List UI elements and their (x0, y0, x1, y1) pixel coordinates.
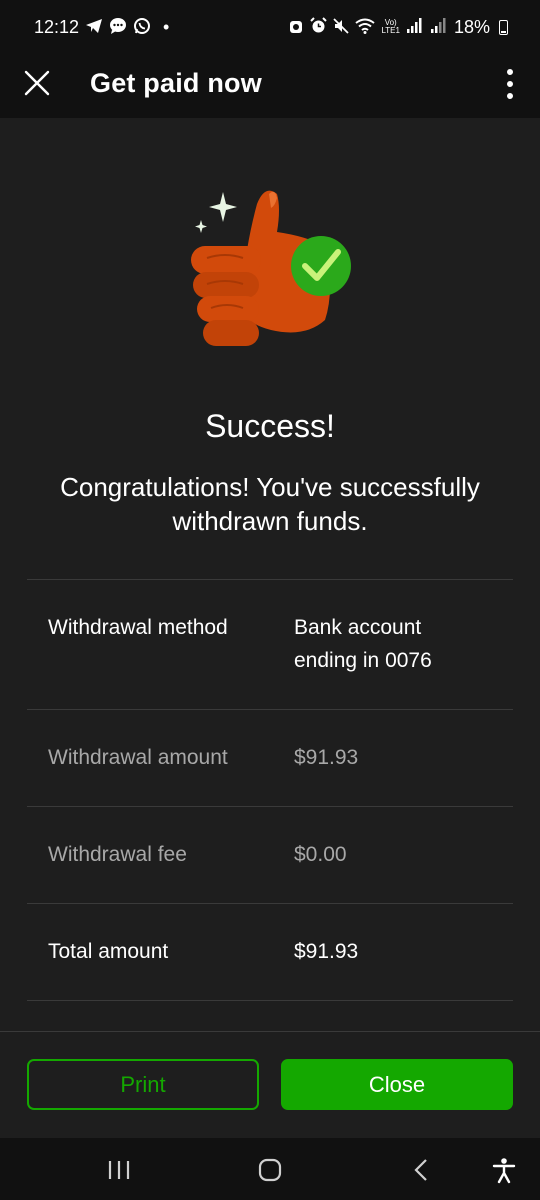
withdrawal-amount-value: $91.93 (294, 746, 359, 769)
app-bar: Get paid now (0, 54, 540, 118)
total-amount-label: Total amount (48, 940, 169, 963)
close-icon[interactable] (24, 70, 50, 96)
status-left: 12:12 • (34, 17, 169, 38)
mute-icon (333, 17, 350, 37)
divider (27, 903, 513, 904)
action-bar: Print Close (0, 1031, 540, 1138)
signal-icon (406, 17, 424, 37)
withdrawal-fee-value: $0.00 (294, 843, 347, 866)
battery-icon (499, 19, 508, 35)
wifi-icon (355, 18, 376, 37)
success-message: Congratulations! You've successfully wit… (60, 472, 480, 536)
withdrawal-fee-label: Withdrawal fee (48, 843, 187, 866)
alarm-icon (288, 18, 304, 37)
status-right: Vo) LTE1 18% (288, 17, 508, 38)
notification-dot: • (163, 16, 170, 37)
battery-percent: 18% (453, 16, 490, 37)
withdrawal-method-line2: ending in 0076 (294, 649, 432, 672)
home-icon[interactable] (256, 1156, 284, 1184)
system-nav-bar (0, 1138, 540, 1200)
divider (27, 709, 513, 710)
volte-label-bottom: LTE1 (381, 26, 400, 35)
success-headline: Success! (205, 408, 335, 444)
withdrawal-method-label: Withdrawal method (48, 616, 228, 639)
close-button[interactable]: Close (281, 1059, 513, 1110)
divider (27, 1000, 513, 1001)
back-icon[interactable] (408, 1156, 436, 1184)
signal-2-icon (430, 17, 448, 37)
page-title: Get paid now (90, 68, 262, 98)
withdrawal-amount-label: Withdrawal amount (48, 746, 228, 769)
print-button[interactable]: Print (27, 1059, 259, 1110)
thumbs-up-illustration (185, 180, 360, 365)
more-options-icon[interactable] (502, 69, 518, 99)
withdrawal-method-value: Bank account ending in 0076 (294, 611, 432, 677)
volte-icon: Vo) LTE1 (381, 19, 400, 35)
divider (27, 806, 513, 807)
messages-icon (109, 17, 127, 37)
divider (27, 579, 513, 580)
withdrawal-method-line1: Bank account (294, 616, 422, 639)
total-amount-value: $91.93 (294, 940, 359, 963)
telegram-icon (85, 18, 103, 37)
status-time: 12:12 (34, 16, 80, 37)
whatsapp-icon (133, 17, 151, 38)
recent-apps-icon[interactable] (105, 1156, 133, 1184)
accessibility-icon[interactable] (490, 1156, 518, 1184)
status-bar: 12:12 • Vo) LTE1 18% (0, 0, 540, 54)
alarm-clock-icon (310, 17, 328, 37)
